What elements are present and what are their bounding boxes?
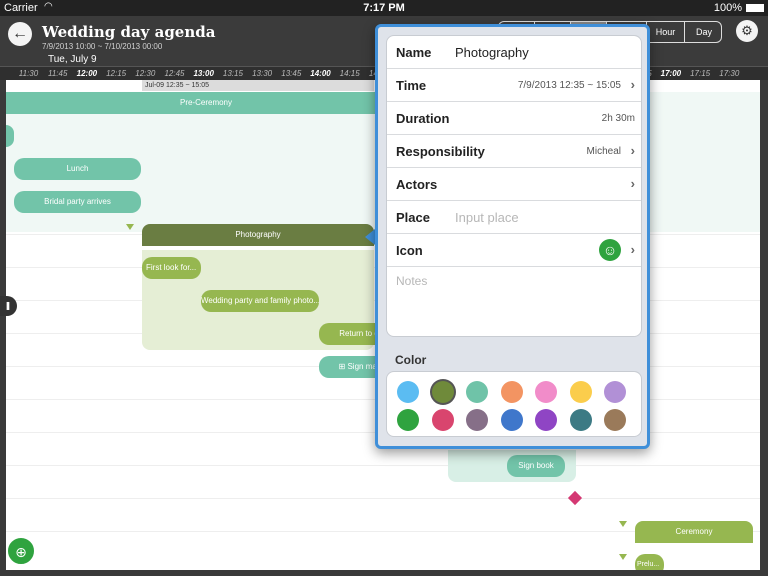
color-swatch[interactable]: [466, 381, 488, 403]
item-detail-popover: Name Photography Time 7/9/2013 12:35 ~ 1…: [375, 24, 650, 449]
settings-button[interactable]: ⚙: [736, 20, 758, 42]
color-section-title: Color: [395, 353, 427, 367]
smiley-icon: ☺: [599, 239, 621, 261]
timeline-tick: 14:15: [339, 69, 360, 78]
timeline-tick: 12:30: [135, 69, 156, 78]
timeline-tick: 12:15: [106, 69, 127, 78]
name-label: Name: [396, 45, 432, 60]
milestone-marker: [619, 521, 627, 527]
current-date: Tue, July 9: [48, 54, 97, 65]
color-swatch[interactable]: [500, 409, 523, 431]
color-swatch[interactable]: [431, 409, 454, 431]
notes-field[interactable]: Notes: [396, 274, 427, 288]
timeline-tick: 17:00: [660, 69, 682, 78]
timeline-tick: 11:30: [18, 69, 39, 78]
gridline: [6, 465, 760, 466]
color-swatch[interactable]: [431, 381, 454, 403]
bar-first-look[interactable]: First look for...: [142, 257, 201, 279]
gear-icon: ⚙: [741, 23, 753, 38]
view-mode-hour[interactable]: Hour: [647, 22, 685, 42]
color-swatch[interactable]: [397, 381, 419, 403]
selected-range-label: Jul-09 12:35 ~ 15:05: [142, 80, 374, 91]
add-item-button[interactable]: ⊕: [6, 536, 36, 566]
place-row[interactable]: Place Input place: [387, 201, 641, 234]
time-row[interactable]: Time 7/9/2013 12:35 ~ 15:05 ›: [387, 69, 641, 102]
color-swatch[interactable]: [500, 381, 523, 403]
milestone-marker: [126, 224, 134, 230]
color-swatch[interactable]: [604, 381, 626, 403]
timeline-tick: 11:45: [47, 69, 68, 78]
timeline-tick: 17:30: [719, 69, 740, 78]
timeline-tick: 13:45: [281, 69, 302, 78]
status-time: 7:17 PM: [363, 2, 405, 14]
milestone-diamond[interactable]: [567, 490, 583, 506]
bar-bridal-party-arrives[interactable]: Bridal party arrives: [14, 191, 141, 213]
actors-label: Actors: [396, 177, 438, 192]
bar-photography[interactable]: Photography: [142, 224, 374, 246]
responsibility-row[interactable]: Responsibility Micheal ›: [387, 135, 641, 168]
actors-row[interactable]: Actors ›: [387, 168, 641, 201]
responsibility-label: Responsibility: [396, 144, 485, 159]
name-row[interactable]: Name Photography: [387, 36, 641, 69]
color-swatch[interactable]: [535, 381, 557, 403]
bar-ceremony[interactable]: Ceremony: [635, 521, 753, 543]
back-arrow-icon: ←: [12, 25, 28, 42]
bar-lunch[interactable]: Lunch: [14, 158, 141, 180]
bar-sign-book[interactable]: Sign book: [507, 455, 565, 477]
chevron-right-icon: ›: [630, 242, 635, 257]
timeline-tick: 13:15: [222, 69, 243, 78]
status-bar: Carrier ◠ 7:17 PM 100%: [0, 0, 768, 16]
battery-icon: [746, 4, 764, 12]
duration-row[interactable]: Duration 2h 30m: [387, 102, 641, 135]
responsibility-value: Micheal: [586, 146, 621, 157]
detail-form: Name Photography Time 7/9/2013 12:35 ~ 1…: [386, 35, 642, 337]
view-mode-day[interactable]: Day: [685, 22, 721, 42]
milestone-marker: [619, 554, 627, 560]
timeline-tick: 12:00: [76, 69, 98, 78]
battery-percent: 100%: [713, 2, 742, 14]
icon-row[interactable]: Icon ☺ ›: [387, 234, 641, 267]
chevron-right-icon: ›: [630, 176, 635, 191]
color-palette: [386, 371, 642, 437]
place-label: Place: [396, 210, 430, 225]
color-swatch[interactable]: [535, 409, 557, 431]
chevron-right-icon: ›: [630, 143, 635, 158]
popover-arrow: [365, 229, 375, 245]
timeline-tick: 12:45: [164, 69, 185, 78]
color-swatch[interactable]: [604, 409, 626, 431]
color-swatch[interactable]: [569, 381, 592, 403]
duration-value: 2h 30m: [601, 113, 635, 124]
duration-label: Duration: [396, 111, 450, 126]
bar-prelude[interactable]: Prelu...: [635, 554, 664, 570]
handle-grip-icon: ❚: [4, 301, 12, 310]
name-value[interactable]: Photography: [455, 45, 529, 60]
timeline-tick: 17:15: [690, 69, 711, 78]
place-input[interactable]: Input place: [455, 210, 519, 225]
gridline: [6, 498, 760, 499]
timeline-tick: 13:00: [193, 69, 214, 78]
color-swatch[interactable]: [397, 409, 419, 431]
bar-pre-ceremony[interactable]: Pre-Ceremony: [6, 92, 406, 114]
timeline-tick: 13:30: [252, 69, 273, 78]
timeline-tick: 14:00: [310, 69, 331, 78]
time-value: 7/9/2013 12:35 ~ 15:05: [517, 80, 621, 91]
bar-wedding-party-photos[interactable]: Wedding party and family photo...: [201, 290, 319, 312]
icon-label: Icon: [396, 243, 423, 258]
date-range: 7/9/2013 10:00 ~ 7/10/2013 00:00: [42, 42, 163, 51]
color-swatch[interactable]: [569, 409, 592, 431]
back-button[interactable]: ←: [8, 22, 32, 46]
page-title: Wedding day agenda: [42, 23, 216, 41]
plus-circle-icon: ⊕: [15, 544, 27, 560]
color-swatch[interactable]: [466, 409, 488, 431]
time-label: Time: [396, 78, 427, 93]
chevron-right-icon: ›: [630, 77, 635, 92]
